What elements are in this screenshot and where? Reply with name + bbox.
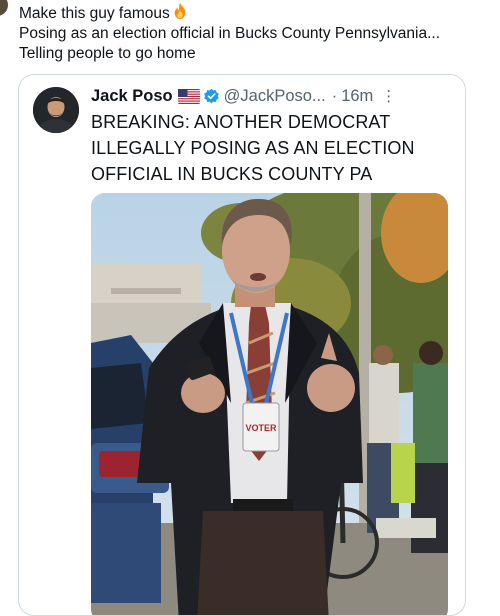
separator-dot: ·	[331, 86, 338, 105]
media-photo: VOTER	[91, 193, 448, 615]
quoted-text-line-3: OFFICIAL IN BUCKS COUNTY PA	[91, 164, 373, 184]
us-flag-icon	[177, 88, 200, 104]
verified-badge-icon	[203, 88, 219, 103]
post-text-line-1-text: Make this guy famous	[19, 5, 170, 22]
quoted-author-name[interactable]: Jack Poso	[91, 87, 173, 106]
post-text: Make this guy famous Posing as an electi…	[19, 2, 496, 64]
quoted-author-avatar[interactable]	[33, 87, 79, 133]
media-badge-text: VOTER	[245, 423, 277, 433]
poster-avatar[interactable]	[0, 0, 8, 16]
quoted-post-text: BREAKING: ANOTHER DEMOCRAT ILLEGALLY POS…	[91, 109, 451, 187]
post-text-line-3: Telling people to go home	[19, 45, 196, 62]
quoted-text-line-1: BREAKING: ANOTHER DEMOCRAT	[91, 112, 391, 132]
quoted-post-card[interactable]: Jack Poso @JackPoso... · 16m ⋮ BREAKING:…	[18, 74, 466, 616]
post-timestamp[interactable]: 16m	[341, 87, 373, 106]
post-text-line-2: Posing as an election official in Bucks …	[19, 25, 441, 42]
avatar-image	[33, 87, 79, 133]
quoted-author-handle[interactable]: @JackPoso...	[224, 87, 326, 106]
post-text-line-1: Make this guy famous	[19, 2, 496, 24]
more-options-icon[interactable]: ⋮	[381, 87, 396, 105]
quoted-post-media[interactable]: VOTER	[91, 193, 448, 615]
fire-icon	[174, 2, 186, 20]
quoted-post-header: Jack Poso @JackPoso... · 16m ⋮	[91, 85, 453, 107]
quoted-text-line-2: ILLEGALLY POSING AS AN ELECTION	[91, 138, 415, 158]
